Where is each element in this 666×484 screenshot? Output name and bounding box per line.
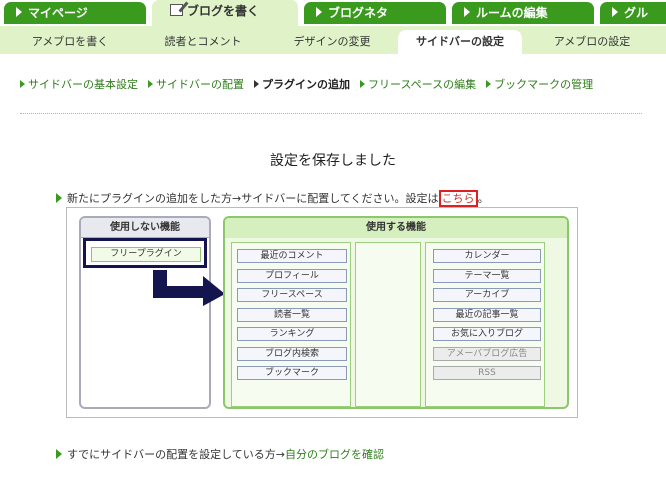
message-check-blog: すでにサイドバーの配置を設定している方→自分のブログを確認: [56, 446, 384, 462]
arrow-right-icon: [464, 7, 470, 17]
triangle-icon: [486, 80, 492, 88]
nav-label: フリースペースの編集: [368, 78, 477, 91]
subtab-sidebar[interactable]: サイドバーの設定: [398, 30, 522, 54]
tab-blog-neta[interactable]: ブログネタ: [304, 2, 446, 24]
used-item: テーマ一覧: [433, 268, 541, 283]
here-link[interactable]: こちら: [438, 190, 478, 207]
arrow-right-icon: [316, 7, 322, 17]
used-item: 最近の記事一覧: [433, 307, 541, 322]
nav-bookmarks[interactable]: ブックマークの管理: [486, 76, 593, 92]
nav-label: ブックマークの管理: [494, 78, 594, 91]
used-item: 最近のコメント: [237, 249, 347, 263]
used-column-title: 使用する機能: [225, 218, 567, 238]
used-item: RSS: [433, 366, 541, 380]
subtab-readers[interactable]: 読者とコメント: [140, 30, 266, 54]
tab-label: ブログを書く: [187, 4, 260, 18]
used-item: フリースペース: [237, 288, 347, 302]
used-item: アーカイブ: [433, 288, 541, 302]
triangle-icon: [56, 449, 62, 459]
nav-label: サイドバーの配置: [156, 78, 244, 91]
used-item: 読者一覧: [237, 307, 347, 322]
triangle-icon: [360, 80, 365, 88]
arrow-right-icon: [153, 270, 225, 306]
used-right-pane: [425, 242, 545, 407]
arrow-right-icon: [612, 7, 618, 17]
tab-label: ブログネタ: [328, 6, 389, 20]
saved-message: 設定を保存しました: [270, 153, 396, 169]
top-tab-bar: マイページ ブログを書く ブログネタ ルームの編集 グル: [0, 0, 666, 26]
pencil-note-icon: [170, 4, 183, 16]
check-blog-link[interactable]: 自分のブログを確認: [285, 448, 384, 461]
tab-label: グル: [624, 6, 649, 20]
sub-tab-bar: アメブロを書く 読者とコメント デザインの変更 サイドバーの設定 アメブロの設定: [0, 26, 666, 54]
used-item: お気に入りブログ: [433, 327, 541, 341]
used-item: プロフィール: [237, 268, 347, 283]
highlight-box: [83, 238, 207, 268]
sidebar-layout-illustration: 使用しない機能 フリープラグイン 使用する機能 最近のコメント プロフィール フリー…: [66, 207, 578, 418]
used-item: カレンダー: [433, 249, 541, 263]
tab-room-edit[interactable]: ルームの編集: [452, 2, 594, 24]
subtab-write[interactable]: アメブロを書く: [10, 30, 130, 54]
triangle-icon: [148, 80, 153, 88]
triangle-icon: [56, 193, 62, 203]
used-item: ランキング: [237, 327, 347, 341]
tab-label: ルームの編集: [476, 6, 548, 20]
section-nav: サイドバーの基本設定 サイドバーの配置 プラグインの追加 フリースペースの編集 ブックマ…: [20, 76, 660, 94]
used-item: アメーバブログ広告: [433, 346, 541, 361]
used-item: ブックマーク: [237, 366, 347, 380]
nav-sidebar-layout[interactable]: サイドバーの配置: [148, 76, 244, 92]
divider: [20, 113, 642, 114]
message-suffix: 。: [477, 192, 489, 205]
tab-mypage[interactable]: マイページ: [4, 2, 146, 24]
used-item: ブログ内検索: [237, 346, 347, 361]
message-text: すでにサイドバーの配置を設定している方→: [67, 448, 285, 461]
subtab-design[interactable]: デザインの変更: [272, 30, 392, 54]
nav-label: プラグインの追加: [262, 78, 350, 91]
triangle-icon: [254, 80, 259, 88]
unused-column-title: 使用しない機能: [81, 218, 209, 238]
tab-group[interactable]: グル: [600, 2, 666, 24]
message-text: 新たにプラグインの追加をした方→サイドバーに配置してください。設定は: [67, 192, 439, 205]
used-center-pane: [355, 242, 421, 407]
triangle-icon: [20, 80, 25, 88]
tab-label: マイページ: [28, 6, 88, 20]
nav-sidebar-basic[interactable]: サイドバーの基本設定: [20, 76, 138, 92]
arrow-right-icon: [16, 7, 22, 17]
subtab-settings[interactable]: アメブロの設定: [526, 30, 658, 54]
nav-label: サイドバーの基本設定: [28, 78, 138, 91]
tab-write-blog[interactable]: ブログを書く: [152, 0, 298, 26]
used-left-pane: [231, 242, 351, 407]
nav-free-space[interactable]: フリースペースの編集: [360, 76, 476, 92]
nav-add-plugin: プラグインの追加: [254, 76, 350, 92]
message-add-plugin: 新たにプラグインの追加をした方→サイドバーに配置してください。設定は こちら。: [56, 190, 489, 207]
